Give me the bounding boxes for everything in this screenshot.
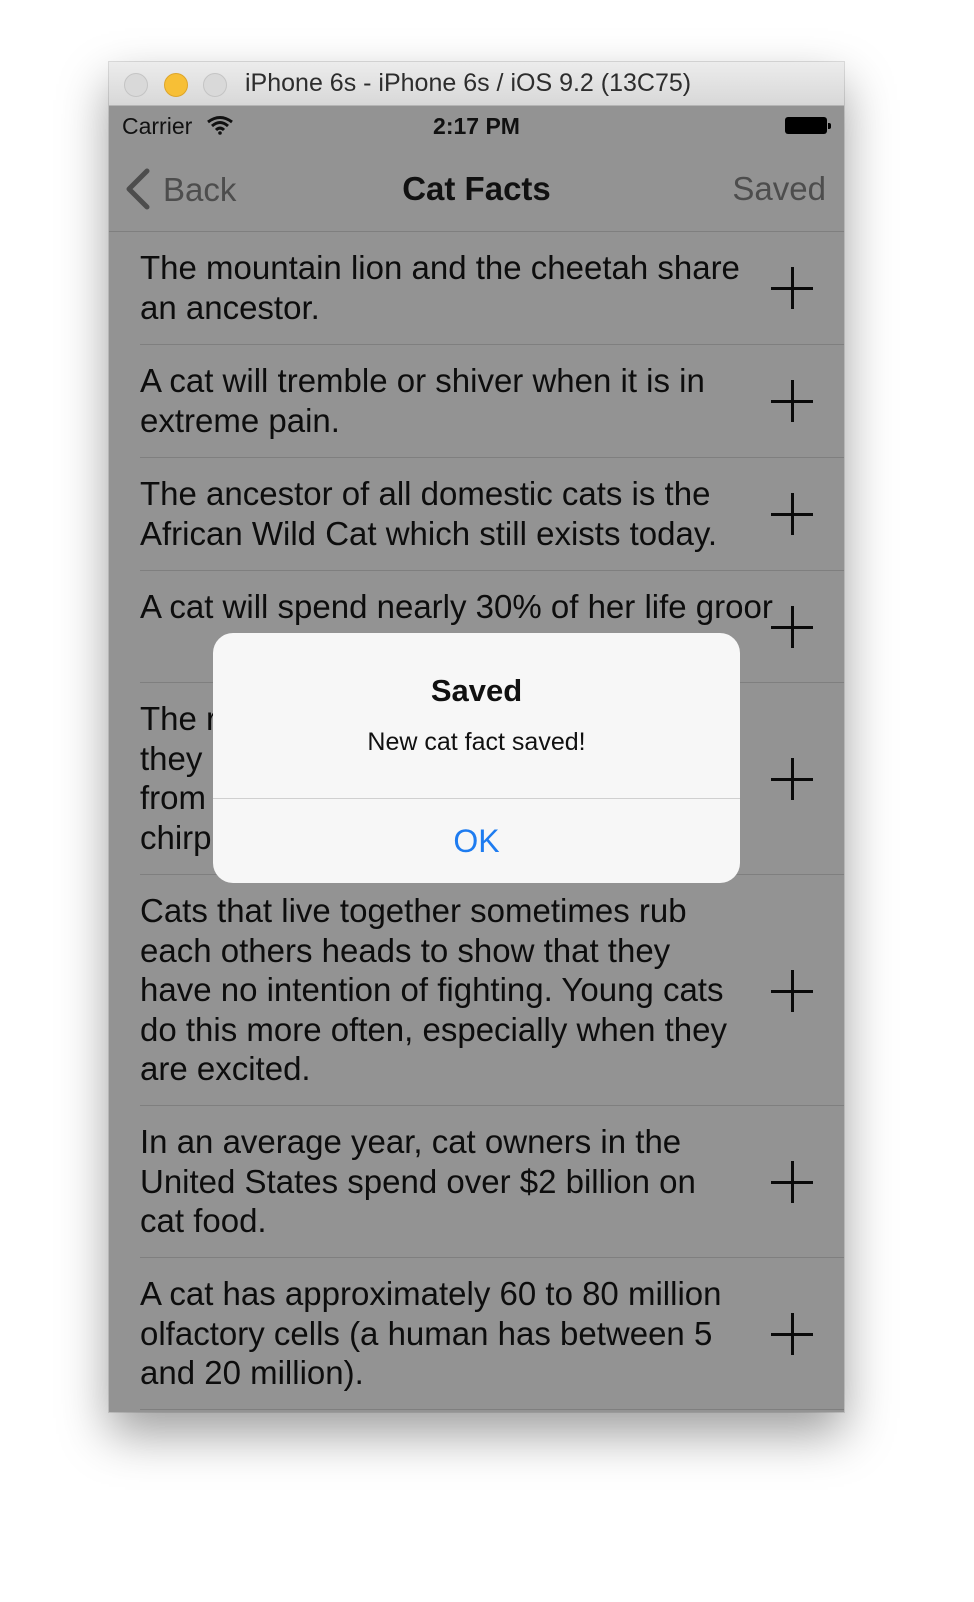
fact-text: A cat will spend nearly 30% of her life …: [140, 588, 773, 625]
add-fact-plus-icon[interactable]: [771, 606, 813, 648]
add-fact-plus-icon[interactable]: [771, 493, 813, 535]
battery-icon: [785, 117, 827, 134]
fact-text: The ancestor of all domestic cats is the…: [140, 475, 718, 552]
window-zoom-button[interactable]: [203, 73, 227, 97]
add-fact-plus-icon[interactable]: [771, 380, 813, 422]
add-fact-plus-icon[interactable]: [771, 267, 813, 309]
fact-text: Cats that live together sometimes rub ea…: [140, 892, 727, 1087]
alert-message: New cat fact saved!: [367, 728, 586, 756]
status-time: 2:17 PM: [433, 113, 520, 139]
fact-text: In an average year, cat owners in the Un…: [140, 1123, 696, 1239]
status-bar: Carrier 2:17 PM: [109, 106, 844, 146]
fact-text: A cat has approximately 60 to 80 million…: [140, 1275, 722, 1391]
list-item: A cat has approximately 60 to 80 million…: [109, 1258, 844, 1410]
saved-alert-dialog: Saved New cat fact saved! OK: [213, 633, 740, 883]
list-item: The mountain lion and the cheetah share …: [109, 232, 844, 345]
window-minimize-button[interactable]: [164, 73, 188, 97]
list-item: The ancestor of all domestic cats is the…: [109, 458, 844, 571]
battery-tip: [828, 123, 831, 129]
add-fact-plus-icon[interactable]: [771, 1313, 813, 1355]
list-item: Cats that live together sometimes rub ea…: [109, 875, 844, 1106]
list-item: In an average year, cat owners in the Un…: [109, 1106, 844, 1258]
row-divider: [140, 1409, 844, 1410]
window-close-button[interactable]: [124, 73, 148, 97]
add-fact-plus-icon[interactable]: [771, 970, 813, 1012]
window-titlebar: iPhone 6s - iPhone 6s / iOS 9.2 (13C75): [109, 62, 844, 106]
window-title: iPhone 6s - iPhone 6s / iOS 9.2 (13C75): [245, 69, 692, 97]
navigation-bar: Back Cat Facts Saved: [109, 146, 844, 232]
fact-text: The mountain lion and the cheetah share …: [140, 249, 740, 326]
add-fact-plus-icon[interactable]: [771, 1161, 813, 1203]
alert-title: Saved: [430, 673, 523, 708]
ok-button[interactable]: OK: [213, 799, 740, 883]
list-item: A cat will tremble or shiver when it is …: [109, 345, 844, 458]
saved-button[interactable]: Saved: [732, 170, 826, 208]
fact-text: A cat will tremble or shiver when it is …: [140, 362, 705, 439]
add-fact-plus-icon[interactable]: [771, 758, 813, 800]
